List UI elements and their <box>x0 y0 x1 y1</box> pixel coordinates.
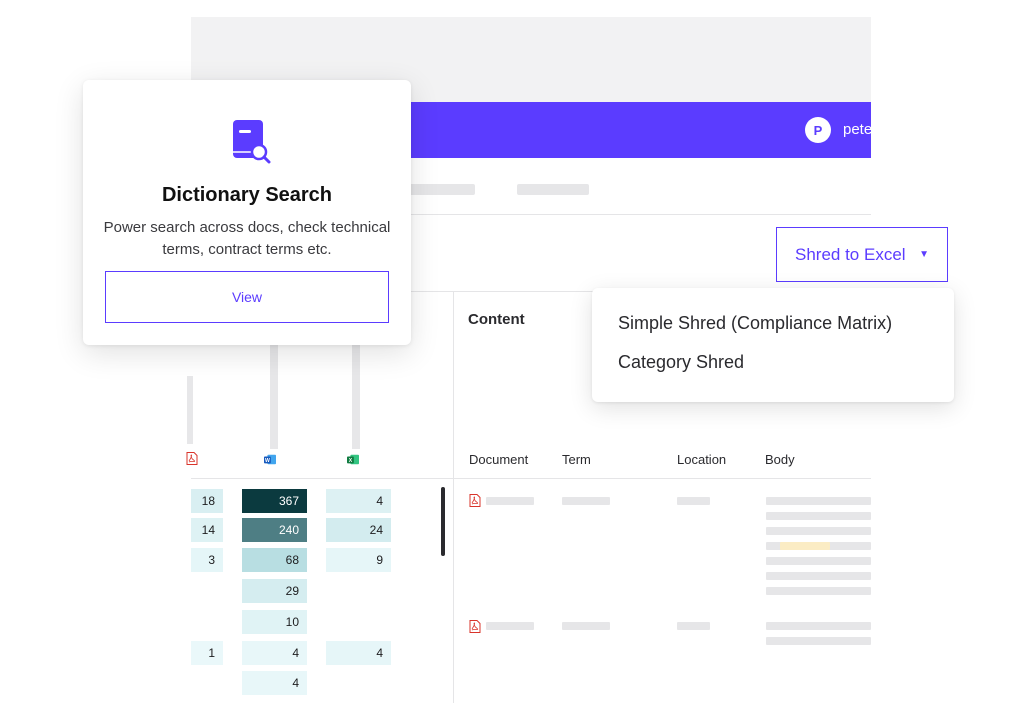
column-header-document[interactable]: Document <box>469 452 528 467</box>
content-heading: Content <box>468 311 525 328</box>
column-header-location[interactable]: Location <box>677 452 726 467</box>
highlighted-term <box>780 542 830 550</box>
username[interactable]: pete <box>843 121 871 138</box>
menu-item-category-shred[interactable]: Category Shred <box>618 352 744 373</box>
svg-text:X: X <box>349 458 353 464</box>
count-cell[interactable]: 4 <box>326 641 391 665</box>
body-line-placeholder <box>766 637 871 645</box>
body-line-placeholder <box>766 572 871 580</box>
count-cell[interactable]: 29 <box>242 579 307 603</box>
shred-to-excel-button[interactable]: Shred to Excel ▼ <box>776 227 948 282</box>
document-name-placeholder[interactable] <box>486 622 534 630</box>
shred-dropdown-menu: Simple Shred (Compliance Matrix) Categor… <box>592 288 954 402</box>
count-cell[interactable]: 9 <box>326 548 391 572</box>
svg-text:W: W <box>265 458 270 464</box>
term-placeholder <box>562 622 610 630</box>
menu-item-simple-shred[interactable]: Simple Shred (Compliance Matrix) <box>618 313 892 334</box>
pdf-file-icon <box>469 620 481 633</box>
excel-file-icon: X <box>347 454 359 465</box>
pdf-file-icon <box>186 452 198 465</box>
tab-placeholder[interactable] <box>517 184 589 195</box>
column-bar <box>270 345 278 449</box>
count-cell[interactable]: 4 <box>326 489 391 513</box>
count-cell[interactable]: 14 <box>191 518 223 542</box>
caret-down-icon: ▼ <box>919 249 929 260</box>
body-line-placeholder <box>766 622 871 630</box>
card-description: Power search across docs, check technica… <box>103 219 391 258</box>
shred-to-excel-label: Shred to Excel <box>795 244 906 264</box>
body-line-placeholder <box>766 527 871 535</box>
body-line-placeholder <box>766 587 871 595</box>
count-cell[interactable]: 68 <box>242 548 307 572</box>
scrollbar-thumb[interactable] <box>441 487 445 556</box>
dictionary-search-card: Dictionary Search Power search across do… <box>83 80 411 345</box>
count-cell[interactable]: 4 <box>242 641 307 665</box>
count-cell[interactable]: 10 <box>242 610 307 634</box>
avatar[interactable]: P <box>805 117 831 143</box>
column-bar <box>187 376 193 444</box>
count-cell[interactable]: 4 <box>242 671 307 695</box>
column-header-term[interactable]: Term <box>562 452 591 467</box>
table-header-divider <box>191 478 871 479</box>
view-button[interactable]: View <box>105 271 389 323</box>
location-placeholder <box>677 497 710 505</box>
pdf-file-icon <box>469 494 481 507</box>
body-line-placeholder <box>766 497 871 505</box>
count-cell[interactable]: 24 <box>326 518 391 542</box>
tab-placeholder[interactable] <box>407 184 475 195</box>
column-header-body[interactable]: Body <box>765 452 795 467</box>
body-line-placeholder <box>766 512 871 520</box>
count-cell[interactable]: 3 <box>191 548 223 572</box>
word-file-icon: W <box>264 454 276 465</box>
count-cell[interactable]: 240 <box>242 518 307 542</box>
document-name-placeholder[interactable] <box>486 497 534 505</box>
count-cell[interactable]: 1 <box>191 641 223 665</box>
count-cell[interactable]: 367 <box>242 489 307 513</box>
body-line-placeholder <box>766 557 871 565</box>
column-bar <box>352 345 360 449</box>
content-divider <box>453 292 454 703</box>
card-title: Dictionary Search <box>161 184 333 206</box>
dictionary-search-icon <box>233 120 271 164</box>
term-placeholder <box>562 497 610 505</box>
location-placeholder <box>677 622 710 630</box>
count-cell[interactable]: 18 <box>191 489 223 513</box>
